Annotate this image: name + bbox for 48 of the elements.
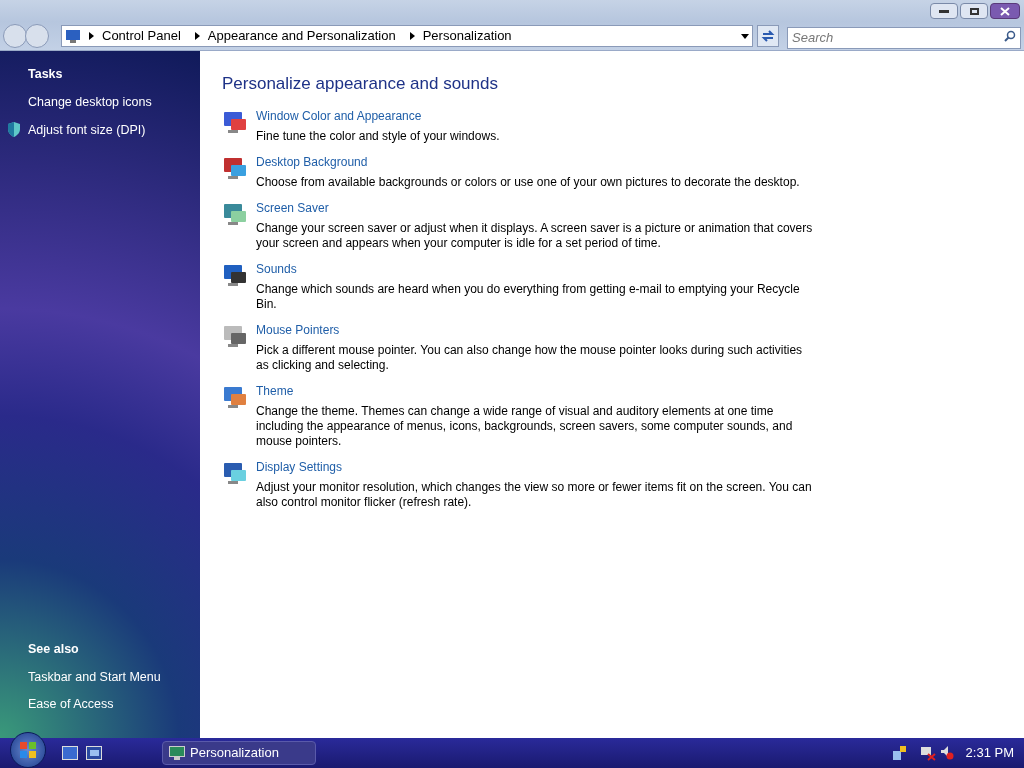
breadcrumb[interactable]: Appearance and Personalization [207,26,396,46]
chevron-icon [194,32,200,40]
task-link[interactable]: Change desktop icons [28,92,152,112]
start-button[interactable] [10,732,46,768]
see-also-link[interactable]: Ease of Access [0,695,200,714]
refresh-icon [761,30,775,42]
item-link[interactable]: Window Color and Appearance [256,108,816,124]
clock[interactable]: 2:31 PM [965,743,1014,763]
item-description: Change your screen saver or adjust when it displays. A screen saver is a picture or animation that covers your screen and appears when your computer is idle for a set period of time. [256,220,814,251]
restore-button[interactable] [960,3,988,19]
close-button[interactable] [990,3,1020,19]
chevron-icon [89,32,94,40]
network-icon[interactable] [891,745,908,761]
dropdown-icon[interactable] [741,33,749,39]
item-link[interactable]: Desktop Background [256,154,816,170]
speaker-muted-icon[interactable] [939,745,954,761]
item-description: Adjust your monitor resolution, which changes the view so more or fewer items fit on the screen. You can also control monitor flicker (refresh rate). [256,479,813,510]
search-icon[interactable] [1004,30,1016,42]
switch-windows-icon[interactable] [86,746,102,760]
shield-icon [7,122,21,138]
see-also-heading: See also [27,640,80,658]
item-description: Change which sounds are heard when you do everything from getting e-mail to emptying your Recycle Bin. [256,281,801,312]
breadcrumb[interactable]: Personalization [422,26,512,46]
page-heading: Personalize appearance and sounds [222,73,499,95]
refresh-button[interactable] [757,25,779,47]
taskbar-button[interactable]: Personalization [162,741,316,765]
item-link[interactable]: Mouse Pointers [256,322,816,338]
network-disconnected-icon[interactable] [919,745,936,761]
task-link[interactable]: Adjust font size (DPI) [28,120,146,140]
item-description: Change the theme. Themes can change a wide range of visual and auditory elements at one time including the appearance of menus, icons, backgrounds, screen savers, some computer sounds, and mouse pointers. [256,403,794,449]
address-bar[interactable]: Control Panel Appearance and Personalization Personalization [61,25,753,47]
close-icon [1000,6,1010,16]
item-link[interactable]: Display Settings [256,459,816,475]
tasks-heading: Tasks [27,66,64,83]
breadcrumb[interactable]: Control Panel [102,26,181,46]
item-description: Choose from available backgrounds or colors or use one of your own pictures to decorate the desktop. [256,174,801,190]
item-description: Fine tune the color and style of your windows. [256,128,501,144]
search-field[interactable]: Search [787,26,1021,49]
see-also-link[interactable]: Taskbar and Start Menu [0,667,200,687]
monitor-icon [169,745,185,761]
item-link[interactable]: Screen Saver [256,200,816,216]
windows-logo [19,741,37,759]
item-description: Pick a different mouse pointer. You can also change how the mouse pointer looks during such activities as clicking and selecting. [256,342,804,373]
minimize-button[interactable] [930,3,958,19]
chevron-icon [409,32,415,40]
item-link[interactable]: Sounds [256,261,816,277]
show-desktop-icon[interactable] [62,746,78,760]
item-link[interactable]: Theme [256,383,816,399]
